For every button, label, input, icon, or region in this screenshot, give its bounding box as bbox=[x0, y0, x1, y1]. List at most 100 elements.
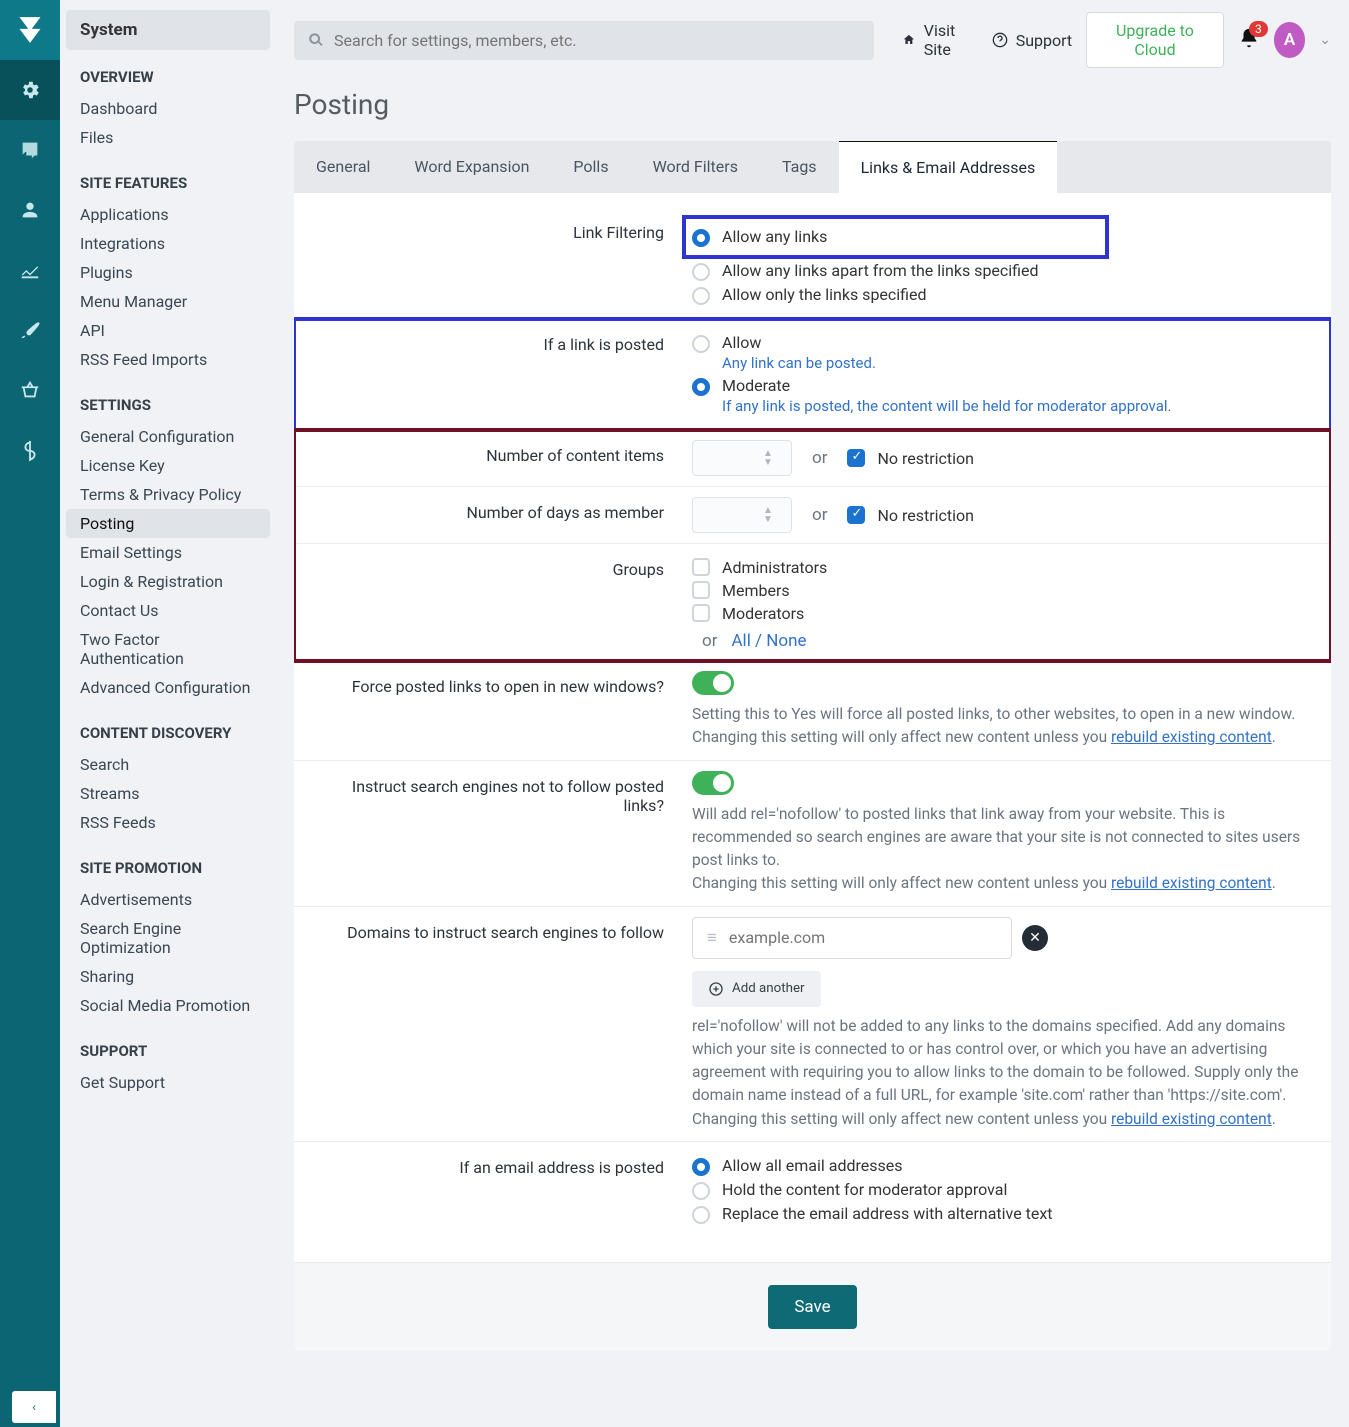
sidebar-item-advertisements[interactable]: Advertisements bbox=[66, 885, 270, 914]
check-moderators[interactable]: Moderators bbox=[692, 604, 1313, 623]
input-num-content[interactable]: ▲▼ bbox=[692, 440, 792, 476]
radio-email-allow[interactable]: Allow all email addresses bbox=[692, 1156, 1313, 1176]
avatar[interactable]: A bbox=[1274, 22, 1305, 58]
add-another-button[interactable]: Add another bbox=[692, 971, 821, 1007]
remove-domain-button[interactable]: ✕ bbox=[1022, 925, 1048, 951]
row-domains: Domains to instruct search engines to fo… bbox=[294, 907, 1331, 1142]
sidebar-heading: CONTENT DISCOVERY bbox=[66, 716, 270, 750]
tab-polls[interactable]: Polls bbox=[551, 141, 630, 193]
rail-system-icon[interactable] bbox=[0, 60, 60, 120]
radio-email-replace[interactable]: Replace the email address with alternati… bbox=[692, 1204, 1313, 1224]
support-link[interactable]: Support bbox=[992, 31, 1072, 50]
domain-field[interactable] bbox=[729, 928, 997, 947]
radio-allow-only[interactable]: Allow only the links specified bbox=[692, 285, 1313, 305]
row-force-new-window: Force posted links to open in new window… bbox=[294, 661, 1331, 761]
sidebar-item-advanced-configuration[interactable]: Advanced Configuration bbox=[66, 673, 270, 702]
sidebar-title: System bbox=[66, 10, 270, 50]
toggle-force-new-window[interactable] bbox=[692, 671, 734, 695]
radio-moderate[interactable]: Moderate If any link is posted, the cont… bbox=[692, 376, 1313, 415]
label-link-filtering: Link Filtering bbox=[312, 217, 692, 242]
sidebar-item-email-settings[interactable]: Email Settings bbox=[66, 538, 270, 567]
sidebar-item-two-factor-authentication[interactable]: Two Factor Authentication bbox=[66, 625, 270, 673]
tabs: GeneralWord ExpansionPollsWord FiltersTa… bbox=[294, 141, 1331, 193]
sidebar-item-rss-feed-imports[interactable]: RSS Feed Imports bbox=[66, 345, 270, 374]
radio-allow-any-links[interactable]: Allow any links bbox=[692, 227, 827, 247]
highlighted-restriction-block: Number of content items ▲▼ or No restric… bbox=[294, 430, 1331, 661]
field-num-content[interactable] bbox=[693, 451, 763, 466]
sidebar-item-plugins[interactable]: Plugins bbox=[66, 258, 270, 287]
radio-allow-apart[interactable]: Allow any links apart from the links spe… bbox=[692, 261, 1313, 281]
or-1: or bbox=[812, 448, 827, 468]
desc-nf-2: Changing this setting will only affect n… bbox=[692, 874, 1111, 892]
check-members[interactable]: Members bbox=[692, 581, 1313, 600]
sidebar-item-search[interactable]: Search bbox=[66, 750, 270, 779]
domain-input[interactable]: ≡ bbox=[692, 917, 1012, 959]
search-field[interactable] bbox=[334, 31, 860, 50]
notifications-button[interactable]: 3 bbox=[1238, 27, 1260, 54]
sidebar-item-menu-manager[interactable]: Menu Manager bbox=[66, 287, 270, 316]
sidebar-item-integrations[interactable]: Integrations bbox=[66, 229, 270, 258]
rail-basket-icon[interactable] bbox=[0, 360, 60, 420]
sidebar-item-get-support[interactable]: Get Support bbox=[66, 1068, 270, 1097]
visit-site-link[interactable]: Visit Site bbox=[902, 21, 978, 59]
sidebar-item-terms-privacy-policy[interactable]: Terms & Privacy Policy bbox=[66, 480, 270, 509]
upgrade-button[interactable]: Upgrade to Cloud bbox=[1086, 12, 1224, 68]
radio-email-hold[interactable]: Hold the content for moderator approval bbox=[692, 1180, 1313, 1200]
row-email-posted: If an email address is posted Allow all … bbox=[294, 1142, 1331, 1238]
link-all-none[interactable]: All / None bbox=[731, 631, 806, 651]
rail-brush-icon[interactable] bbox=[0, 300, 60, 360]
field-num-days[interactable] bbox=[693, 508, 763, 523]
opt-allow-any: Allow any links bbox=[722, 227, 827, 246]
sidebar-item-login-registration[interactable]: Login & Registration bbox=[66, 567, 270, 596]
opt-moderate-help: If any link is posted, the content will … bbox=[722, 397, 1171, 415]
sidebar-item-contact-us[interactable]: Contact Us bbox=[66, 596, 270, 625]
check-no-restriction-content[interactable]: No restriction bbox=[847, 449, 974, 468]
search-icon bbox=[308, 32, 324, 48]
check-administrators[interactable]: Administrators bbox=[692, 558, 1313, 577]
sidebar-item-api[interactable]: API bbox=[66, 316, 270, 345]
sidebar-item-rss-feeds[interactable]: RSS Feeds bbox=[66, 808, 270, 837]
tab-tags[interactable]: Tags bbox=[760, 141, 839, 193]
rail-dollar-icon[interactable] bbox=[0, 420, 60, 480]
desc-dom-1: rel='nofollow' will not be added to any … bbox=[692, 1017, 1298, 1105]
sidebar-item-general-configuration[interactable]: General Configuration bbox=[66, 422, 270, 451]
link-rebuild-2[interactable]: rebuild existing content bbox=[1111, 874, 1272, 892]
settings-panel: GeneralWord ExpansionPollsWord FiltersTa… bbox=[294, 141, 1331, 1351]
save-bar: Save bbox=[294, 1262, 1331, 1351]
rail-chat-icon[interactable] bbox=[0, 120, 60, 180]
radio-allow[interactable]: Allow Any link can be posted. bbox=[692, 333, 1313, 372]
sidebar-item-social-media-promotion[interactable]: Social Media Promotion bbox=[66, 991, 270, 1020]
search-input[interactable] bbox=[294, 21, 874, 60]
check-no-restriction-days[interactable]: No restriction bbox=[847, 506, 974, 525]
rail-stats-icon[interactable] bbox=[0, 240, 60, 300]
sidebar-item-applications[interactable]: Applications bbox=[66, 200, 270, 229]
save-button[interactable]: Save bbox=[768, 1285, 856, 1329]
opt-allow-only: Allow only the links specified bbox=[722, 285, 927, 304]
sidebar-item-posting[interactable]: Posting bbox=[66, 509, 270, 538]
sidebar-item-dashboard[interactable]: Dashboard bbox=[66, 94, 270, 123]
rail-collapse-toggle[interactable]: ‹ bbox=[0, 1387, 60, 1427]
link-rebuild-1[interactable]: rebuild existing content bbox=[1111, 728, 1272, 746]
input-num-days[interactable]: ▲▼ bbox=[692, 497, 792, 533]
sidebar-item-license-key[interactable]: License Key bbox=[66, 451, 270, 480]
toggle-nofollow[interactable] bbox=[692, 771, 734, 795]
sidebar-item-sharing[interactable]: Sharing bbox=[66, 962, 270, 991]
logo[interactable] bbox=[0, 0, 60, 60]
tab-word-expansion[interactable]: Word Expansion bbox=[392, 141, 551, 193]
sidebar-item-streams[interactable]: Streams bbox=[66, 779, 270, 808]
sidebar-item-search-engine-optimization[interactable]: Search Engine Optimization bbox=[66, 914, 270, 962]
tab-general[interactable]: General bbox=[294, 141, 392, 193]
topbar: Visit Site Support Upgrade to Cloud 3 A … bbox=[276, 0, 1349, 80]
tab-word-filters[interactable]: Word Filters bbox=[631, 141, 760, 193]
desc-nf-1: Will add rel='nofollow' to posted links … bbox=[692, 805, 1300, 870]
sidebar: System OVERVIEWDashboardFilesSITE FEATUR… bbox=[60, 0, 276, 1427]
label-nofollow: Instruct search engines not to follow po… bbox=[312, 771, 692, 815]
opt-members: Members bbox=[722, 581, 790, 600]
rail-user-icon[interactable] bbox=[0, 180, 60, 240]
chevron-down-icon[interactable]: ⌄ bbox=[1319, 32, 1331, 48]
tab-links-email-addresses[interactable]: Links & Email Addresses bbox=[839, 141, 1058, 193]
link-rebuild-3[interactable]: rebuild existing content bbox=[1111, 1110, 1272, 1128]
drag-handle-icon[interactable]: ≡ bbox=[707, 928, 717, 948]
sidebar-item-files[interactable]: Files bbox=[66, 123, 270, 152]
lbl-norestr-2: No restriction bbox=[877, 506, 974, 525]
